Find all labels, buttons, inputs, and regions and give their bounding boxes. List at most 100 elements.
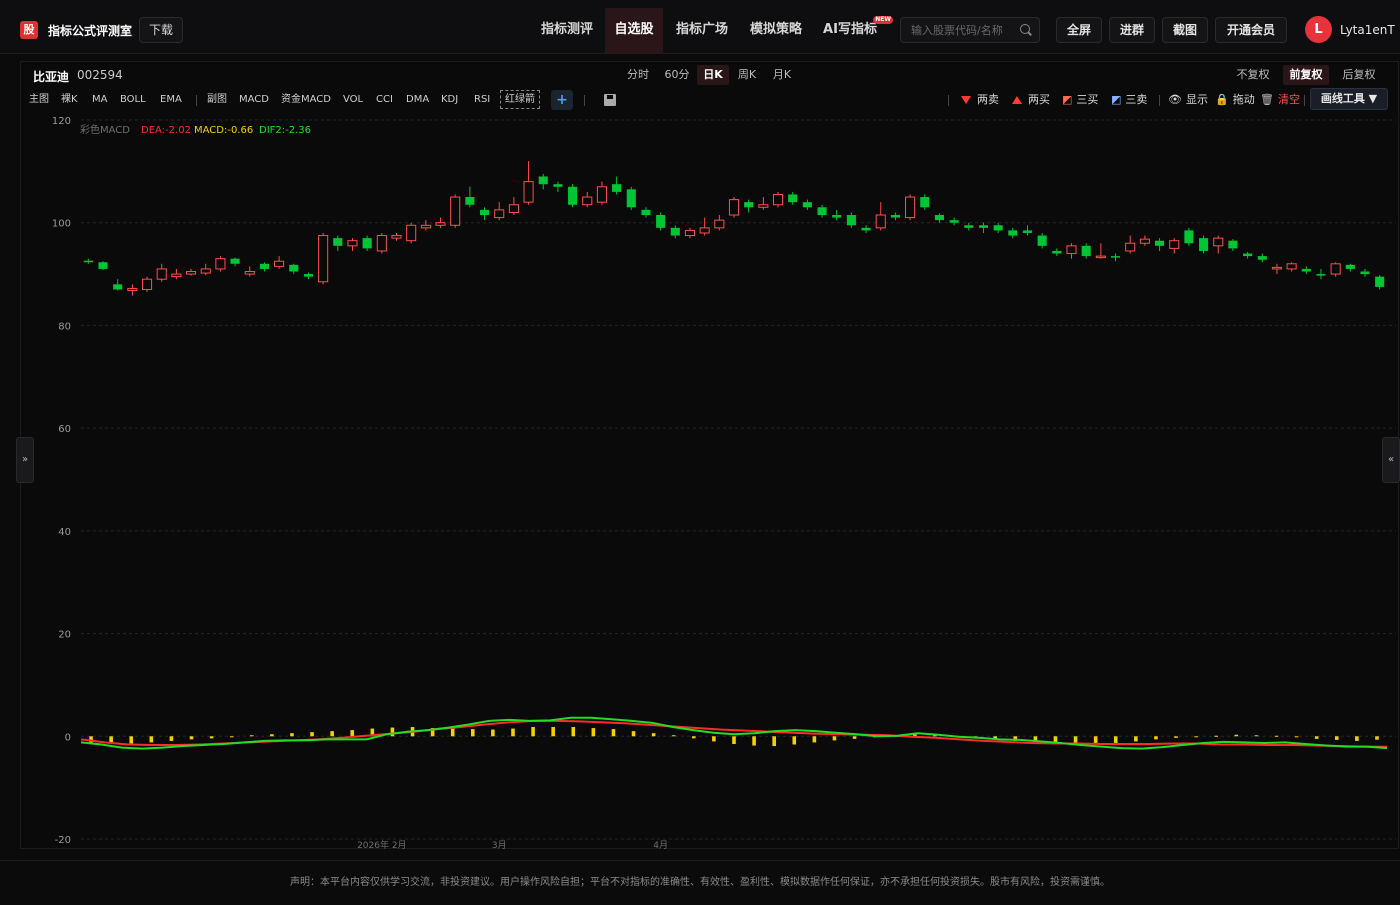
screenshot-button[interactable]: 截图: [1162, 17, 1208, 43]
candle: [612, 176, 622, 195]
macd-bar: [491, 729, 495, 737]
candle: [1228, 239, 1238, 251]
nav-label: 模拟策略: [749, 22, 802, 37]
candle: [861, 225, 871, 233]
macd-bar: [511, 728, 515, 737]
candle-body: [582, 196, 593, 206]
nav-label: 自选股: [614, 22, 654, 37]
candle-body: [817, 207, 827, 216]
candle-body: [391, 235, 402, 239]
candle-body: [744, 202, 754, 208]
candle-body: [1301, 268, 1311, 272]
candle-body: [1286, 263, 1297, 270]
candle: [1052, 248, 1062, 257]
candle: [1286, 262, 1297, 272]
candle-body: [1330, 263, 1341, 275]
candle: [538, 173, 548, 190]
candle-body: [127, 287, 138, 292]
candle-body: [538, 176, 548, 185]
candle: [347, 238, 358, 251]
candle-body: [362, 238, 372, 249]
candle: [875, 202, 886, 231]
y-tick-label: -20: [55, 835, 71, 846]
left-expand-handle[interactable]: »: [16, 437, 34, 483]
vip-button[interactable]: 开通会员: [1215, 17, 1287, 43]
candle-body: [1008, 230, 1018, 236]
candle: [1022, 225, 1033, 236]
download-button[interactable]: 下载: [139, 17, 183, 43]
candle: [303, 272, 313, 280]
candle-body: [215, 258, 226, 270]
candle: [1155, 238, 1165, 251]
candle: [772, 191, 784, 208]
nav-simulated-strategy[interactable]: 模拟策略: [741, 8, 811, 54]
username[interactable]: Lyta1enT: [1340, 23, 1395, 37]
y-tick-label: 0: [65, 732, 71, 743]
candle: [626, 186, 636, 210]
macd-bar: [189, 736, 194, 740]
candle: [435, 217, 446, 228]
candle-body: [1184, 230, 1194, 244]
macd-bar: [129, 736, 134, 744]
macd-bar: [1355, 736, 1359, 741]
candle: [1243, 251, 1253, 259]
macd-bar: [571, 727, 576, 737]
search-icon[interactable]: [1020, 24, 1030, 34]
candle: [568, 184, 578, 208]
nav-ai-indicator[interactable]: AI写指标 NEW: [815, 8, 893, 54]
candle: [993, 222, 1003, 233]
candle: [244, 266, 255, 277]
macd-bar: [1294, 736, 1299, 738]
candle: [186, 268, 197, 276]
candle-body: [802, 202, 812, 208]
macd-bar: [471, 729, 475, 737]
candle-body: [1139, 238, 1150, 244]
macd-bar: [1334, 736, 1339, 740]
candle: [406, 222, 417, 244]
nav-indicator-plaza[interactable]: 指标广场: [667, 8, 737, 54]
candle: [1301, 266, 1311, 275]
top-bar: 股 指标公式评测室 下载 指标测评 自选股 指标广场 模拟策略 AI写指标 NE…: [0, 0, 1400, 54]
fullscreen-button[interactable]: 全屏: [1056, 17, 1102, 43]
candle: [978, 222, 989, 233]
candle: [376, 232, 387, 254]
right-collapse-handle[interactable]: «: [1382, 437, 1400, 483]
candle-body: [376, 235, 387, 252]
candle: [1081, 243, 1091, 259]
nav-indicator-review[interactable]: 指标测评: [532, 8, 602, 54]
candle: [156, 263, 167, 282]
y-tick-label: 80: [58, 321, 71, 332]
avatar[interactable]: L: [1305, 16, 1332, 43]
candle-body: [875, 214, 886, 229]
candle: [728, 197, 740, 218]
candle-body: [772, 193, 784, 206]
app-logo-icon[interactable]: 股: [20, 21, 38, 39]
candle: [171, 268, 182, 280]
candle-body: [861, 227, 871, 231]
candle: [83, 258, 93, 264]
candle-body: [1066, 245, 1077, 255]
candle-body: [333, 238, 343, 246]
nav-watchlist[interactable]: 自选股: [605, 8, 663, 54]
candle-body: [406, 224, 417, 242]
candle: [1110, 253, 1121, 262]
candle-body: [113, 284, 123, 290]
macd-bar: [390, 727, 395, 737]
candle: [1213, 235, 1224, 254]
candle: [1271, 263, 1282, 275]
candle: [744, 199, 754, 213]
candle-body: [832, 215, 842, 218]
kline-chart[interactable]: 120 100 80 60 40 20 0 -20 2026年 2月 3月 4月 彩色MACD D…: [21, 62, 1400, 850]
macd-bar: [1375, 736, 1379, 740]
macd-bar: [330, 731, 334, 737]
search-input[interactable]: [911, 22, 1019, 38]
candle-body: [83, 260, 93, 263]
macd-bar: [249, 735, 254, 737]
macd-bar: [1073, 736, 1078, 744]
candle-body: [303, 274, 313, 277]
app-name[interactable]: 指标公式评测室: [48, 22, 132, 39]
join-group-button[interactable]: 进群: [1109, 17, 1155, 43]
macd-bar: [1254, 735, 1259, 737]
macd-bar: [350, 730, 355, 737]
nav-label: 指标测评: [540, 22, 593, 37]
